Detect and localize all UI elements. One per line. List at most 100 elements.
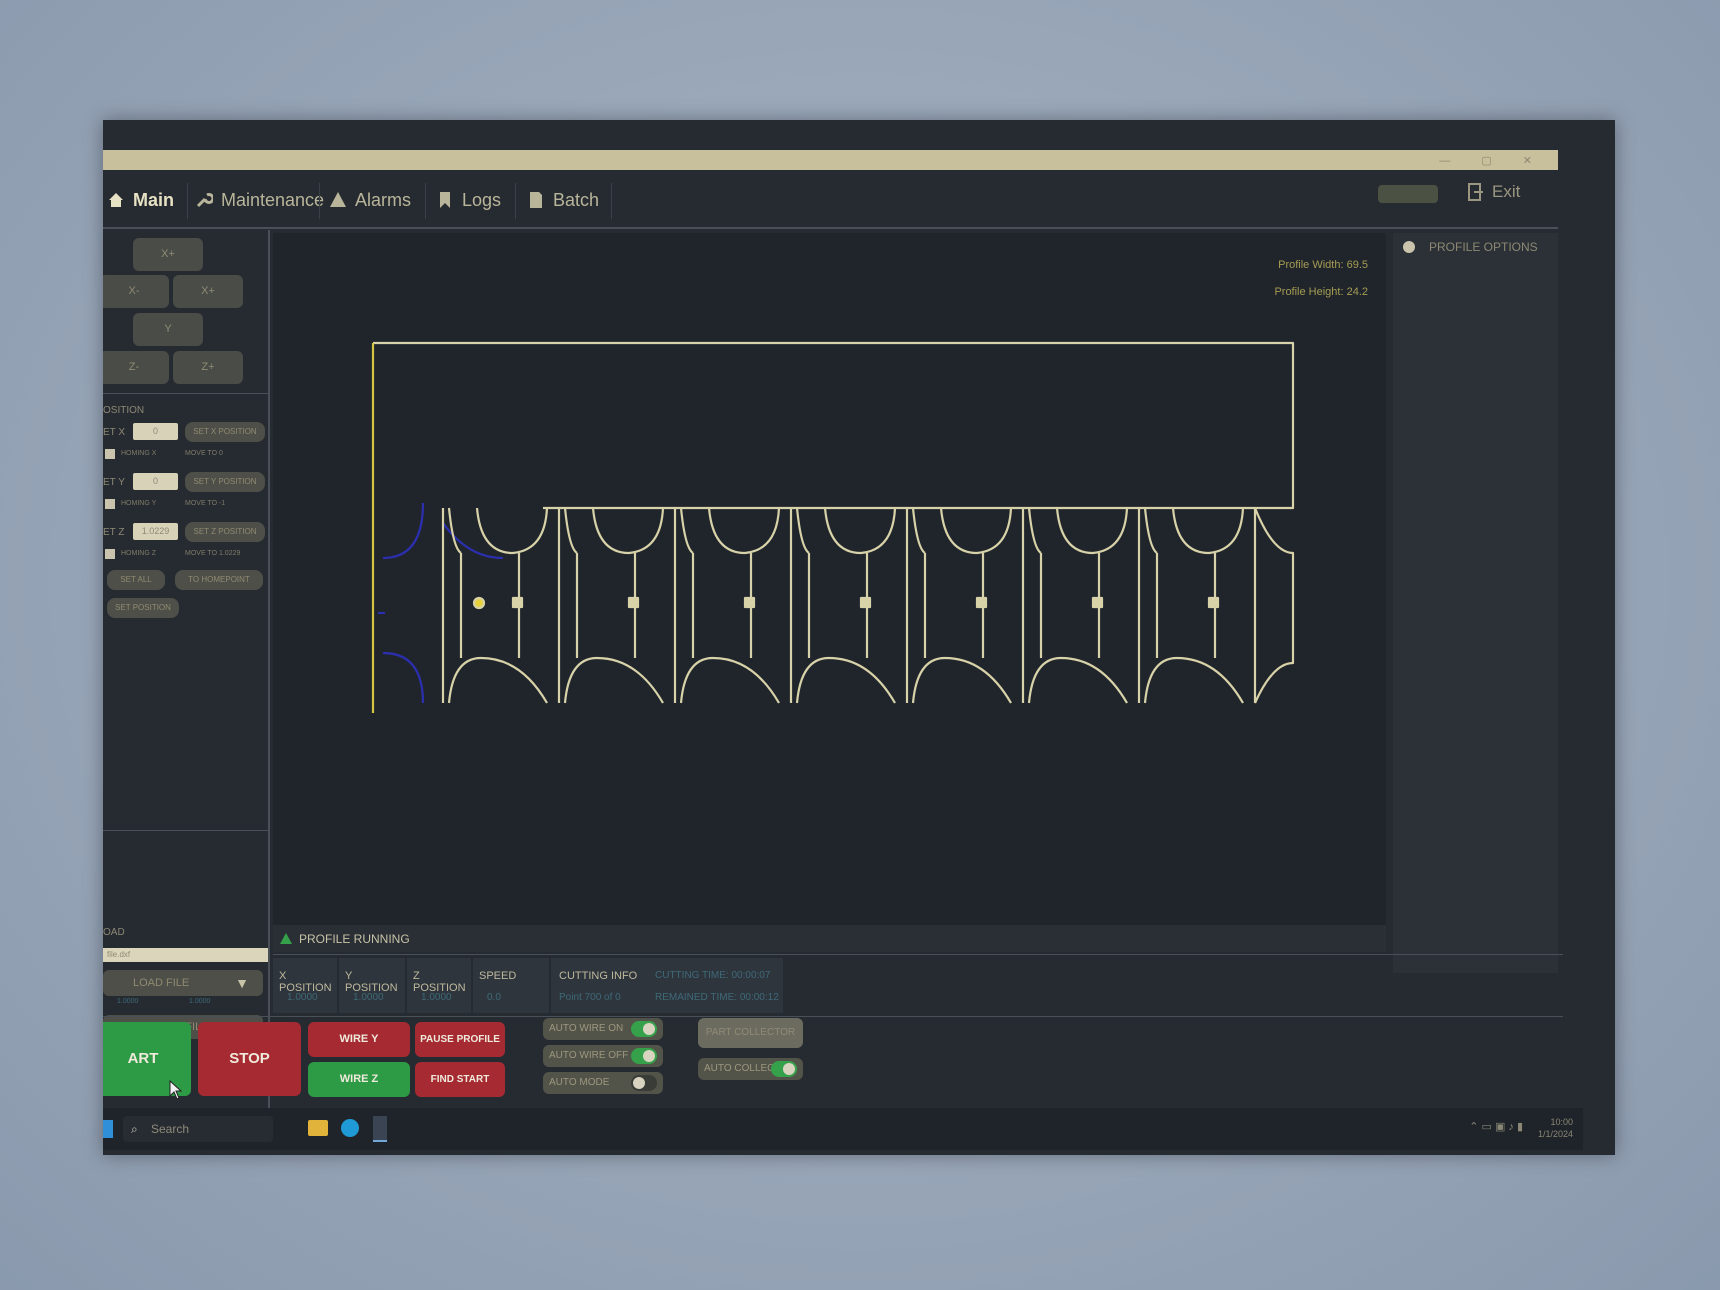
running-status-icon: [280, 932, 292, 944]
profile-cell-marker: [627, 596, 640, 609]
part-collector-button[interactable]: PART COLLECTOR: [698, 1018, 803, 1048]
tab-divider: [425, 183, 426, 219]
toggle-switch[interactable]: [631, 1048, 657, 1064]
jog-up-button[interactable]: X+: [133, 238, 203, 271]
set-z-input[interactable]: 1.0229: [133, 523, 178, 540]
set-position-button[interactable]: SET POSITION: [107, 598, 179, 618]
monitor-screen: — ▢ ✕ Main Maintenance Alarms Logs Batch: [103, 120, 1615, 1155]
clock-date: 1/1/2024: [1537, 1129, 1573, 1139]
stop-profile-button[interactable]: STOP PROFILE: [198, 1022, 301, 1141]
homing-x-checkbox[interactable]: [105, 449, 115, 459]
profile-options-header[interactable]: PROFILE OPTIONS: [1393, 233, 1553, 261]
set-x-input[interactable]: 0: [133, 423, 178, 440]
tab-alarms-label: Alarms: [355, 189, 412, 210]
tab-divider: [187, 183, 188, 219]
tab-main[interactable]: Main: [107, 175, 174, 225]
cutting-info-header: CUTTING INFO: [559, 970, 638, 982]
tab-batch[interactable]: Batch: [527, 175, 599, 225]
toggle-switch[interactable]: [631, 1021, 657, 1037]
wire-y-button[interactable]: WIRE Y: [308, 1022, 410, 1057]
jog-right-button[interactable]: X+: [173, 275, 243, 308]
system-tray[interactable]: ⌃ ▭ ▣ ♪ ▮: [1469, 1120, 1523, 1133]
connection-badge: [1378, 185, 1438, 203]
section-divider: [103, 830, 268, 831]
z-position-readout: Z POSITION 1.0000: [407, 958, 471, 1013]
pause-profile-button[interactable]: PAUSE PROFILE: [415, 1022, 505, 1057]
status-text: PROFILE RUNNING: [299, 931, 410, 946]
controls-divider: [103, 1016, 1563, 1017]
tab-alarms[interactable]: Alarms: [329, 175, 411, 225]
tab-logs[interactable]: Logs: [436, 175, 501, 225]
tab-logs-label: Logs: [462, 189, 502, 210]
profile-cell-marker: [1207, 596, 1220, 609]
jog-left-button[interactable]: X-: [103, 275, 169, 308]
home-icon: [109, 193, 123, 207]
move-x-label: MOVE TO 0: [185, 450, 223, 457]
auto-wire-off-toggle[interactable]: AUTO WIRE OFF: [543, 1045, 663, 1067]
cutting-info-value: Point 700 of 0: [559, 992, 621, 1003]
taskbar-clock[interactable]: 10:00 1/1/2024: [1538, 1116, 1573, 1140]
left-panel-divider: [268, 230, 270, 1125]
tab-maintenance[interactable]: Maintenance: [195, 175, 324, 225]
move-z-label: MOVE TO 1.0229: [185, 550, 241, 557]
set-all-button[interactable]: SET ALL: [107, 570, 165, 590]
speed-header: SPEED: [479, 970, 517, 982]
set-z-label: ET Z: [103, 527, 125, 538]
homing-y-checkbox[interactable]: [105, 499, 115, 509]
x-position-header: X POSITION: [279, 970, 332, 994]
profile-cell-marker: [859, 596, 872, 609]
profile-options-title: PROFILE OPTIONS: [1429, 240, 1538, 254]
remained-time-value: REMAINED TIME: 00:00:12: [655, 992, 779, 1003]
clock-time: 10:00: [1550, 1117, 1573, 1127]
toggle-switch[interactable]: [771, 1061, 797, 1077]
chevron-down-icon[interactable]: ▼: [229, 970, 255, 996]
cut-profile-canvas[interactable]: Profile Width: 69.5 Profile Height: 24.2: [273, 233, 1386, 925]
auto-mode-toggle[interactable]: AUTO MODE: [543, 1072, 663, 1094]
cutting-time-value: CUTTING TIME: 00:00:07: [655, 970, 771, 981]
warning-icon: [330, 192, 346, 207]
auto-wire-on-toggle[interactable]: AUTO WIRE ON: [543, 1018, 663, 1040]
find-start-button[interactable]: FIND START: [415, 1062, 505, 1097]
set-x-label: ET X: [103, 427, 126, 438]
homing-z-checkbox[interactable]: [105, 549, 115, 559]
exit-label: Exit: [1492, 182, 1521, 201]
window-controls[interactable]: — ▢ ✕: [1439, 154, 1546, 167]
taskbar-search[interactable]: ⌕ Search: [123, 1116, 273, 1142]
profile-cell-marker: [975, 596, 988, 609]
exit-button[interactable]: Exit: [1468, 182, 1520, 202]
toggle-switch[interactable]: [631, 1075, 657, 1091]
tab-main-label: Main: [133, 189, 175, 210]
auto-collector-toggle[interactable]: AUTO COLLECTO: [698, 1058, 803, 1080]
jog-z-plus-button[interactable]: Z+: [173, 351, 243, 384]
load-file-button[interactable]: LOAD FILE ▼: [103, 970, 263, 996]
homing-x-label: HOMING X: [121, 450, 157, 457]
speed-value: 0.0: [487, 992, 501, 1003]
jog-z-minus-button[interactable]: Z-: [103, 351, 169, 384]
to-homepoint-button[interactable]: TO HOMEPOINT: [175, 570, 263, 590]
profile-end-outline: [1253, 507, 1295, 704]
profile-cell-marker: [743, 596, 756, 609]
y-position-value: 1.0000: [353, 992, 384, 1003]
cnc-app-icon[interactable]: [373, 1116, 387, 1142]
file-path-input[interactable]: file.dxf: [103, 948, 269, 962]
mouse-cursor-icon: [169, 1080, 183, 1100]
jog-down-button[interactable]: Y: [133, 313, 203, 346]
status-divider: [273, 954, 1563, 955]
profile-cell-outline: [673, 507, 781, 704]
homing-y-label: HOMING Y: [121, 500, 157, 507]
wire-z-button[interactable]: WIRE Z: [308, 1062, 410, 1097]
outer-frame-path: [373, 341, 1295, 510]
start-menu-icon[interactable]: [103, 1120, 113, 1138]
set-z-position-button[interactable]: SET Z POSITION: [185, 522, 265, 542]
set-y-position-button[interactable]: SET Y POSITION: [185, 472, 265, 492]
file-explorer-icon[interactable]: [308, 1120, 328, 1136]
browser-icon[interactable]: [341, 1119, 359, 1137]
set-x-position-button[interactable]: SET X POSITION: [185, 422, 265, 442]
set-y-input[interactable]: 0: [133, 473, 178, 490]
window-titlebar: — ▢ ✕: [103, 150, 1558, 170]
exit-icon: [1468, 183, 1483, 201]
os-taskbar: ⌕ Search ⌃ ▭ ▣ ♪ ▮ 10:00 1/1/2024: [103, 1108, 1583, 1150]
y-position-header: Y POSITION: [345, 970, 398, 994]
entry-arc-bottom: [382, 651, 425, 704]
profile-options-panel: PROFILE OPTIONS: [1393, 233, 1558, 973]
